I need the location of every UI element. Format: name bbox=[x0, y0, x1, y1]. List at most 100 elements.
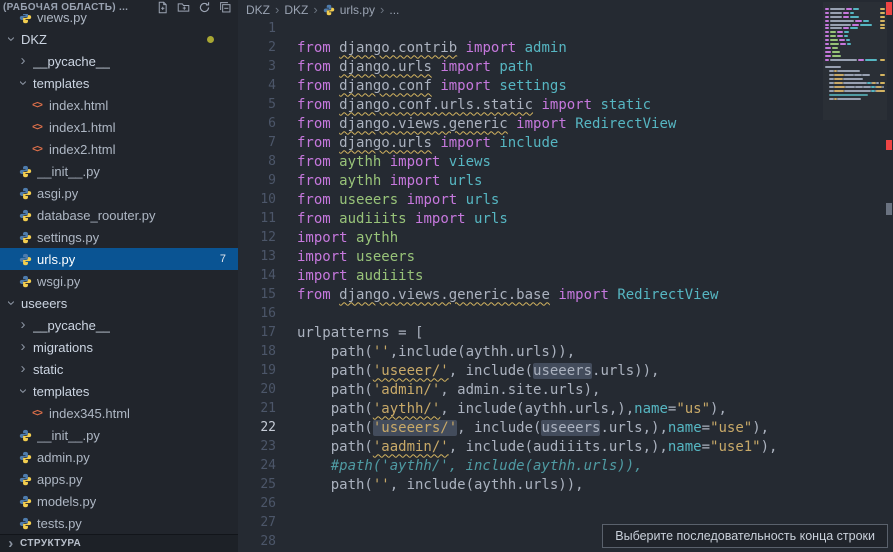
code-line-16[interactable]: 16 bbox=[238, 304, 893, 323]
code-line-text: urlpatterns = [ bbox=[276, 325, 423, 341]
outline-section-header[interactable]: › СТРУКТУРА bbox=[0, 534, 238, 552]
tree-item-wsgi.py[interactable]: wsgi.py bbox=[0, 270, 238, 292]
refresh-icon[interactable] bbox=[197, 1, 211, 14]
tree-item-index.html[interactable]: <>index.html bbox=[0, 94, 238, 116]
file-tree: views.py›DKZ›__pycache__›templates<>inde… bbox=[0, 6, 238, 534]
line-number: 7 bbox=[238, 135, 276, 150]
chevron-down-icon: › bbox=[18, 386, 28, 396]
code-line-25[interactable]: 25 path('', include(aythh.urls)), bbox=[238, 475, 893, 494]
python-file-icon bbox=[18, 231, 32, 244]
explorer-section-header[interactable]: (РАБОЧАЯ ОБЛАСТЬ) ... bbox=[0, 0, 238, 14]
tree-item-label: tests.py bbox=[37, 516, 82, 531]
code-line-21[interactable]: 21 path('aythh/', include(aythh.urls,),n… bbox=[238, 399, 893, 418]
explorer-toolbar bbox=[155, 1, 232, 14]
code-line-4[interactable]: 4from django.conf import settings bbox=[238, 76, 893, 95]
code-line-text: from aythh import views bbox=[276, 154, 491, 170]
code-line-12[interactable]: 12import aythh bbox=[238, 228, 893, 247]
tree-item-admin.py[interactable]: admin.py bbox=[0, 446, 238, 468]
code-editor[interactable]: 12from django.contrib import admin3from … bbox=[238, 19, 893, 552]
code-line-15[interactable]: 15from django.views.generic.base import … bbox=[238, 285, 893, 304]
new-file-icon[interactable] bbox=[155, 1, 169, 14]
tree-item-static[interactable]: ›static bbox=[0, 358, 238, 380]
code-line-2[interactable]: 2from django.contrib import admin bbox=[238, 38, 893, 57]
tree-item-templates[interactable]: ›templates bbox=[0, 380, 238, 402]
tree-item-label: migrations bbox=[33, 340, 93, 355]
python-file-icon bbox=[18, 429, 32, 442]
tree-item-label: __init__.py bbox=[37, 164, 100, 179]
tree-item-database_roouter.py[interactable]: database_roouter.py bbox=[0, 204, 238, 226]
chevron-right-icon: › bbox=[6, 539, 16, 549]
line-number: 14 bbox=[238, 268, 276, 283]
tree-item-useeers[interactable]: ›useeers bbox=[0, 292, 238, 314]
tree-item-DKZ[interactable]: ›DKZ bbox=[0, 28, 238, 50]
new-folder-icon[interactable] bbox=[176, 1, 190, 14]
code-line-10[interactable]: 10from useeers import urls bbox=[238, 190, 893, 209]
code-line-26[interactable]: 26 bbox=[238, 494, 893, 513]
tree-item-index2.html[interactable]: <> index2.html bbox=[0, 138, 238, 160]
code-line-text: import aythh bbox=[276, 230, 398, 246]
workspace-title: (РАБОЧАЯ ОБЛАСТЬ) ... bbox=[3, 2, 155, 13]
html-file-icon: <> bbox=[30, 408, 44, 419]
code-line-3[interactable]: 3from django.urls import path bbox=[238, 57, 893, 76]
line-number: 18 bbox=[238, 344, 276, 359]
tree-item-asgi.py[interactable]: asgi.py bbox=[0, 182, 238, 204]
minimap[interactable] bbox=[823, 2, 887, 120]
code-line-11[interactable]: 11from audiiits import urls bbox=[238, 209, 893, 228]
tree-item-models.py[interactable]: models.py bbox=[0, 490, 238, 512]
tree-item-index1.html[interactable]: <>index1.html bbox=[0, 116, 238, 138]
html-file-icon: <> bbox=[30, 100, 44, 111]
code-line-1[interactable]: 1 bbox=[238, 19, 893, 38]
line-number: 12 bbox=[238, 230, 276, 245]
tree-item-__init__.py[interactable]: __init__.py bbox=[0, 160, 238, 182]
chevron-down-icon: › bbox=[18, 78, 28, 88]
tree-item-label: index2.html bbox=[49, 142, 115, 157]
code-line-13[interactable]: 13import useeers bbox=[238, 247, 893, 266]
tree-item-migrations[interactable]: ›migrations bbox=[0, 336, 238, 358]
overview-ruler[interactable] bbox=[885, 0, 893, 552]
line-number: 28 bbox=[238, 534, 276, 549]
tree-item-label: apps.py bbox=[37, 472, 83, 487]
tree-item-tests.py[interactable]: tests.py bbox=[0, 512, 238, 534]
ruler-marker-error bbox=[886, 140, 892, 150]
tree-item-templates[interactable]: ›templates bbox=[0, 72, 238, 94]
code-line-text: #path('aythh/', include(aythh.urls)), bbox=[276, 458, 643, 474]
code-line-6[interactable]: 6from django.views.generic import Redire… bbox=[238, 114, 893, 133]
tree-item-__init__.py[interactable]: __init__.py bbox=[0, 424, 238, 446]
tree-item-urls.py[interactable]: urls.py7 bbox=[0, 248, 238, 270]
tree-item-apps.py[interactable]: apps.py bbox=[0, 468, 238, 490]
html-file-icon: <> bbox=[30, 144, 44, 155]
code-line-22[interactable]: 22 path('useeers/', include(useeers.urls… bbox=[238, 418, 893, 437]
code-line-8[interactable]: 8from aythh import views bbox=[238, 152, 893, 171]
breadcrumb-item-folder[interactable]: DKZ bbox=[284, 3, 308, 17]
code-line-20[interactable]: 20 path('admin/', admin.site.urls), bbox=[238, 380, 893, 399]
tree-item-__pycache__[interactable]: ›__pycache__ bbox=[0, 314, 238, 336]
tree-item-label: wsgi.py bbox=[37, 274, 80, 289]
code-line-17[interactable]: 17urlpatterns = [ bbox=[238, 323, 893, 342]
code-line-9[interactable]: 9from aythh import urls bbox=[238, 171, 893, 190]
breadcrumb-item-file[interactable]: urls.py bbox=[340, 3, 375, 17]
tree-item-index345.html[interactable]: <>index345.html bbox=[0, 402, 238, 424]
code-line-text: path('aadmin/', include(audiiits.urls,),… bbox=[276, 439, 777, 455]
tree-item-settings.py[interactable]: settings.py bbox=[0, 226, 238, 248]
line-number: 5 bbox=[238, 97, 276, 112]
code-line-19[interactable]: 19 path('useeer/', include(useeers.urls)… bbox=[238, 361, 893, 380]
breadcrumb-item-symbol[interactable]: ... bbox=[389, 3, 399, 17]
outline-label: СТРУКТУРА bbox=[20, 538, 81, 549]
python-file-icon bbox=[18, 517, 32, 530]
code-line-14[interactable]: 14import audiiits bbox=[238, 266, 893, 285]
code-line-7[interactable]: 7from django.urls import include bbox=[238, 133, 893, 152]
code-line-23[interactable]: 23 path('aadmin/', include(audiiits.urls… bbox=[238, 437, 893, 456]
tree-item-__pycache__[interactable]: ›__pycache__ bbox=[0, 50, 238, 72]
code-line-text: from django.urls import path bbox=[276, 59, 533, 75]
line-number: 4 bbox=[238, 78, 276, 93]
scrollbar-thumb[interactable] bbox=[886, 203, 892, 215]
code-line-text: from django.conf.urls.static import stat… bbox=[276, 97, 651, 113]
ruler-marker-error bbox=[886, 2, 892, 15]
code-line-18[interactable]: 18 path('',include(aythh.urls)), bbox=[238, 342, 893, 361]
python-file-icon bbox=[18, 451, 32, 464]
code-line-5[interactable]: 5from django.conf.urls.static import sta… bbox=[238, 95, 893, 114]
breadcrumb-item-folder[interactable]: DKZ bbox=[246, 3, 270, 17]
problems-count-badge: 7 bbox=[220, 253, 226, 265]
collapse-all-icon[interactable] bbox=[218, 1, 232, 14]
code-line-24[interactable]: 24 #path('aythh/', include(aythh.urls)), bbox=[238, 456, 893, 475]
